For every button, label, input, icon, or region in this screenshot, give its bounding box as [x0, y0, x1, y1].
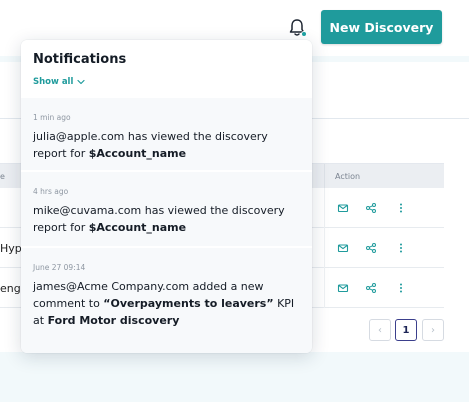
- chevron-down-icon: [77, 79, 85, 85]
- notification-time: 1 min ago: [33, 113, 71, 122]
- notifications-dropdown: Notifications Show all 1 min ago julia@a…: [21, 40, 312, 353]
- show-all-toggle[interactable]: Show all: [33, 77, 85, 87]
- email-icon[interactable]: [337, 202, 349, 214]
- notification-item[interactable]: 1 min ago julia@apple.com has viewed the…: [21, 98, 312, 170]
- unread-indicator-dot: [301, 31, 307, 37]
- show-all-label: Show all: [33, 77, 74, 87]
- email-icon[interactable]: [337, 282, 349, 294]
- column-divider: [324, 228, 325, 268]
- notifications-bell-icon[interactable]: [288, 18, 307, 38]
- notification-text: james@Acme Company.com added a new comme…: [33, 280, 295, 327]
- notifications-header: Notifications Show all: [21, 40, 312, 98]
- notification-item[interactable]: June 27 09:14 james@Acme Company.com add…: [21, 247, 312, 353]
- share-icon[interactable]: [365, 202, 377, 214]
- share-icon[interactable]: [365, 282, 377, 294]
- column-divider: [324, 164, 325, 188]
- column-header-action: Action: [335, 172, 361, 181]
- share-icon[interactable]: [365, 242, 377, 254]
- pagination-current-page[interactable]: 1: [395, 319, 417, 341]
- column-header-status: e: [0, 172, 5, 181]
- more-options-icon[interactable]: [395, 242, 407, 254]
- new-discovery-button[interactable]: New Discovery: [321, 10, 442, 44]
- column-divider: [324, 268, 325, 308]
- email-icon[interactable]: [337, 242, 349, 254]
- row-cell: Hyp: [0, 242, 22, 255]
- notification-time: June 27 09:14: [33, 263, 86, 272]
- notification-text: mike@cuvama.com has viewed the discovery…: [33, 204, 285, 234]
- more-options-icon[interactable]: [395, 282, 407, 294]
- notifications-title: Notifications: [33, 52, 127, 67]
- notification-text: julia@apple.com has viewed the discovery…: [33, 130, 268, 160]
- pagination-next-button[interactable]: ›: [422, 319, 444, 341]
- more-options-icon[interactable]: [395, 202, 407, 214]
- pagination-prev-button[interactable]: ‹: [369, 319, 391, 341]
- notification-time: 4 hrs ago: [33, 187, 69, 196]
- column-divider: [324, 188, 325, 228]
- notification-item[interactable]: 4 hrs ago mike@cuvama.com has viewed the…: [21, 171, 312, 246]
